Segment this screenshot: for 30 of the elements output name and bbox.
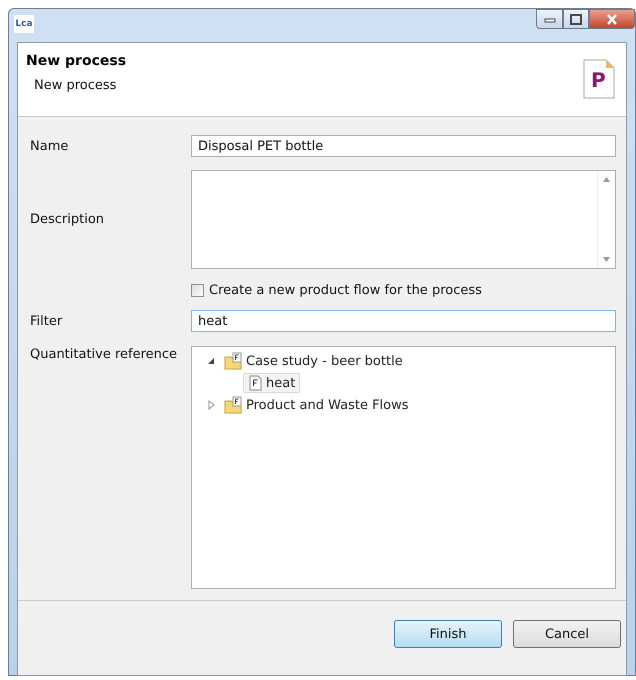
minimize-button[interactable] (536, 9, 563, 29)
close-icon (606, 14, 618, 24)
expand-arrow-icon[interactable] (206, 400, 216, 410)
close-button[interactable] (589, 9, 635, 29)
document-icon (248, 375, 262, 391)
dialog-button[interactable]: Cancel (513, 620, 621, 648)
process-document-icon: P (582, 59, 616, 99)
checkbox[interactable] (191, 284, 204, 297)
app-logo: Lca (14, 14, 34, 32)
tree-item[interactable]: heat (243, 373, 300, 393)
field-label: Quantitative reference (30, 346, 178, 362)
folder-icon (224, 352, 242, 370)
scroll-down-icon[interactable] (603, 257, 610, 262)
scroll-up-icon[interactable] (603, 177, 610, 182)
folder-icon (224, 396, 242, 414)
field-label: Name (30, 138, 70, 154)
wizard-title: New process (26, 53, 126, 69)
maximize-button[interactable] (563, 9, 589, 29)
tree-item[interactable]: Case study - beer bottle (219, 350, 408, 372)
checkbox-label: Create a new product flow for the process (209, 283, 482, 298)
wizard-subtitle: New process (34, 78, 118, 93)
dialog-button[interactable]: Finish (394, 620, 502, 648)
description-field[interactable] (191, 170, 616, 269)
field-label: Filter (30, 314, 64, 328)
field-label: Description (30, 212, 106, 227)
name-field[interactable]: Disposal PET bottle (191, 135, 616, 157)
maximize-icon (570, 14, 582, 24)
filter-field[interactable]: heat (191, 310, 616, 332)
tree-item[interactable]: Product and Waste Flows (219, 394, 414, 416)
collapse-arrow-icon[interactable] (206, 356, 216, 366)
